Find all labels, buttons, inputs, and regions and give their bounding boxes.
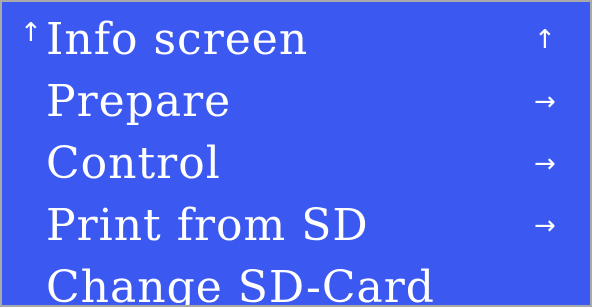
menu-item-info-screen[interactable]: ↑ Info screen ↑ [2, 12, 590, 72]
up-arrow-icon: ↑ [534, 25, 556, 55]
selection-cursor-icon: ↑ [20, 18, 42, 48]
menu-item-control[interactable]: Control → [2, 136, 590, 196]
menu-item-change-sd-card[interactable]: Change SD-Card [2, 260, 590, 307]
menu-item-label: Change SD-Card [46, 262, 435, 307]
lcd-menu-screen: ↑ Info screen ↑ Prepare → Control → Prin… [0, 0, 592, 307]
right-arrow-icon: → [534, 211, 556, 241]
menu-item-label: Info screen [46, 14, 309, 65]
right-arrow-icon: → [534, 87, 556, 117]
menu-item-print-from-sd[interactable]: Print from SD → [2, 198, 590, 258]
menu-item-label: Prepare [46, 76, 232, 127]
menu-item-label: Print from SD [46, 200, 369, 251]
menu-item-label: Control [46, 138, 221, 189]
right-arrow-icon: → [534, 149, 556, 179]
menu-item-prepare[interactable]: Prepare → [2, 74, 590, 134]
